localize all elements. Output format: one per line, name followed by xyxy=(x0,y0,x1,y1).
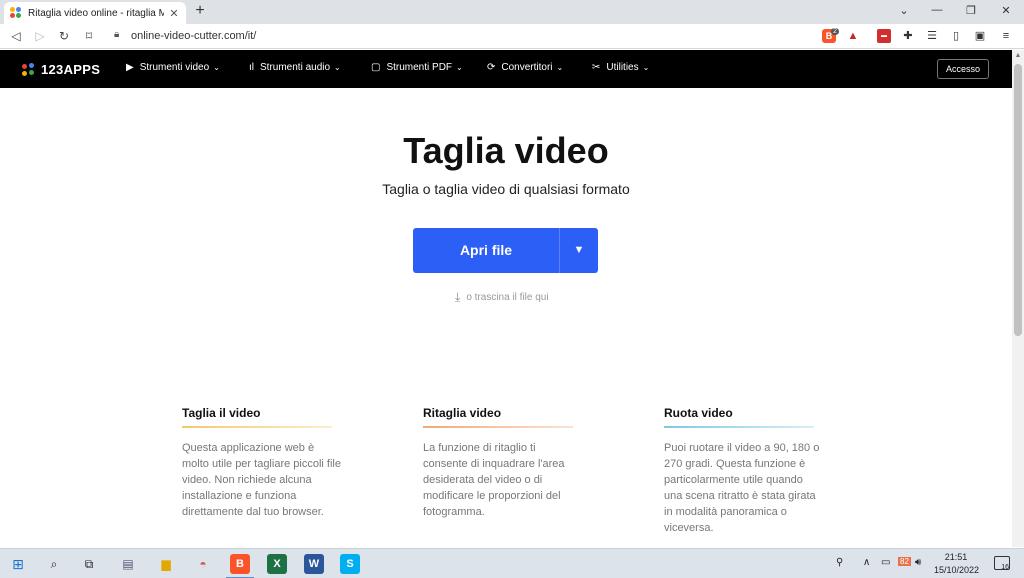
login-button[interactable]: Accesso xyxy=(937,59,989,79)
page-subtitle: Taglia o taglia video di qualsiasi forma… xyxy=(382,181,630,197)
rewards-icon[interactable]: ▲ xyxy=(846,29,860,43)
notification-center-icon[interactable]: 16 xyxy=(994,556,1010,571)
drag-drop-hint: ⤓ o trascina il file qui xyxy=(455,290,549,305)
minimize-icon[interactable]: — xyxy=(930,4,944,16)
drag-hint-text: o trascina il file qui xyxy=(466,292,549,303)
feature-ruota: Ruota video Puoi ruotare il video a 90, … xyxy=(664,406,824,536)
open-file-button[interactable]: Apri file xyxy=(413,228,559,273)
nav-convertitori[interactable]: ⟳ Convertitori ⌄ xyxy=(487,62,563,73)
feature-underline xyxy=(664,426,814,428)
wallet-icon[interactable]: ▣ xyxy=(973,29,987,43)
feature-title: Ritaglia video xyxy=(423,406,502,420)
new-tab-button[interactable]: + xyxy=(191,3,209,19)
show-hidden-icons[interactable]: ∧ xyxy=(863,557,870,568)
chevron-down-icon: ⌄ xyxy=(642,63,650,72)
convert-icon: ⟳ xyxy=(487,62,496,73)
feature-text: Questa applicazione web è molto utile pe… xyxy=(182,442,341,518)
feature-underline xyxy=(423,426,573,428)
nav-strumenti-audio[interactable]: ıl Strumenti audio ⌄ xyxy=(249,62,341,73)
lock-icon[interactable]: 🔒︎ xyxy=(114,29,119,40)
excel-app-icon[interactable]: X xyxy=(267,554,287,574)
download-icon: ⤓ xyxy=(455,290,461,304)
chevron-down-icon: ▼ xyxy=(573,244,585,256)
extension-red-icon[interactable]: ▬ xyxy=(877,29,891,43)
page-scrollbar[interactable]: ▲ xyxy=(1012,50,1024,547)
nav-label: Strumenti PDF xyxy=(386,62,453,73)
tab-title: Ritaglia video online - ritaglia MP4 xyxy=(28,7,164,19)
word-app-icon[interactable]: W xyxy=(304,554,324,574)
menu-icon[interactable]: ≡ xyxy=(999,29,1013,43)
people-icon[interactable]: ⚲ xyxy=(836,557,843,568)
tab-close-icon[interactable]: ✕ xyxy=(168,7,180,20)
tab-search-icon[interactable]: ⌄ xyxy=(897,4,911,17)
clock-date: 15/10/2022 xyxy=(934,565,980,575)
feature-title: Ruota video xyxy=(664,406,733,420)
close-window-icon[interactable]: ✕ xyxy=(999,4,1013,17)
clock-time: 21:51 xyxy=(944,552,968,562)
nav-label: Strumenti audio xyxy=(260,62,331,73)
nav-label: Convertitori xyxy=(501,62,553,73)
feature-text: La funzione di ritaglio ti consente di i… xyxy=(423,442,565,518)
back-icon[interactable]: ◁ xyxy=(8,28,24,44)
feature-taglia: Taglia il video Questa applicazione web … xyxy=(182,406,342,520)
sidebar-icon[interactable]: ▯ xyxy=(949,29,963,43)
restore-icon[interactable]: ❐ xyxy=(964,4,978,17)
file-explorer-icon[interactable]: ▆ xyxy=(156,554,176,574)
waveform-icon: ıl xyxy=(249,62,254,73)
chevron-down-icon: ⌄ xyxy=(213,63,220,72)
url-field[interactable]: online-video-cutter.com/it/ xyxy=(131,30,256,42)
site-logo[interactable]: 123APPS xyxy=(22,62,100,77)
nav-strumenti-pdf[interactable]: ▢ Strumenti PDF ⌄ xyxy=(371,62,463,73)
logo-dots-icon xyxy=(22,62,36,77)
page-title: Taglia video xyxy=(403,130,609,171)
volume-icon[interactable]: 🔊︎ xyxy=(915,557,921,568)
scroll-thumb[interactable] xyxy=(1014,64,1022,336)
nav-label: Strumenti video xyxy=(139,62,210,73)
logo-text: 123APPS xyxy=(41,62,101,77)
browser-tab[interactable]: Ritaglia video online - ritaglia MP4 ✕ xyxy=(4,2,186,24)
windows-start-icon[interactable]: ⊞ xyxy=(8,554,28,574)
play-icon: ▶ xyxy=(126,62,134,73)
feature-underline xyxy=(182,426,332,428)
forward-icon[interactable]: ▷ xyxy=(32,28,48,44)
task-view-icon[interactable]: ⧉ xyxy=(79,554,99,574)
bookmark-icon[interactable]: ⌑ xyxy=(81,28,97,44)
system-clock[interactable]: 21:51 15/10/2022 xyxy=(934,551,980,577)
paint-app-icon[interactable]: ◓ xyxy=(193,554,213,574)
skype-app-icon[interactable]: S xyxy=(340,554,360,574)
document-icon: ▢ xyxy=(371,62,381,73)
open-file-dropdown-button[interactable]: ▼ xyxy=(560,228,598,273)
search-icon[interactable]: ⌕ xyxy=(44,554,64,574)
address-bar: ◁ ▷ ↻ ⌑ 🔒︎ online-video-cutter.com/it/ B… xyxy=(0,24,1024,49)
nav-label: Utilities xyxy=(606,62,639,73)
tray-app-badge[interactable]: 82 xyxy=(898,557,911,566)
tools-icon: ✂ xyxy=(592,62,601,73)
scroll-up-icon[interactable]: ▲ xyxy=(1012,50,1024,62)
feature-title: Taglia il video xyxy=(182,406,261,420)
extension-badge: 2 xyxy=(831,28,839,35)
brave-browser-icon[interactable]: B xyxy=(226,554,254,578)
site-navbar: 123APPS ▶ Strumenti video ⌄ ıl Strumenti… xyxy=(0,50,1012,88)
extensions-puzzle-icon[interactable]: ✚ xyxy=(901,29,915,43)
feature-text: Puoi ruotare il video a 90, 180 o 270 gr… xyxy=(664,442,820,534)
notepad-app-icon[interactable]: ▤ xyxy=(118,554,138,574)
site-favicon-icon xyxy=(10,7,22,19)
reload-icon[interactable]: ↻ xyxy=(56,28,72,44)
chevron-down-icon: ⌄ xyxy=(456,63,463,72)
feature-ritaglia: Ritaglia video La funzione di ritaglio t… xyxy=(423,406,583,520)
chevron-down-icon: ⌄ xyxy=(556,63,564,72)
windows-taskbar: ⊞ ⌕ ⧉ ▤ ▆ ◓ B X W S ⚲ ∧ ▭ 82 🔊︎ 21:51 15… xyxy=(0,548,1024,578)
browser-tab-strip: Ritaglia video online - ritaglia MP4 ✕ +… xyxy=(0,0,1024,24)
chevron-down-icon: ⌄ xyxy=(334,63,341,72)
nav-utilities[interactable]: ✂ Utilities ⌄ xyxy=(592,62,649,73)
media-queue-icon[interactable]: ☰ xyxy=(925,29,939,43)
network-icon[interactable]: ▭ xyxy=(881,557,890,568)
nav-strumenti-video[interactable]: ▶ Strumenti video ⌄ xyxy=(126,62,220,73)
